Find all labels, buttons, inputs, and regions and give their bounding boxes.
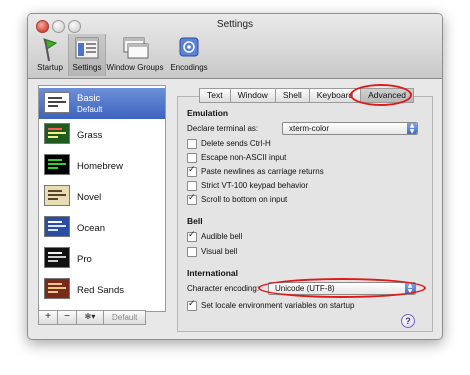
tab-shell[interactable]: Shell — [274, 88, 310, 103]
advanced-tab-highlight — [350, 84, 412, 106]
checkbox-box[interactable] — [187, 181, 197, 191]
settings-window: Settings Startup Settings Window Groups … — [27, 13, 443, 340]
profile-thumbnail — [44, 185, 70, 206]
checkbox-label: Scroll to bottom on input — [201, 195, 288, 204]
profile-grass[interactable]: Grass — [39, 119, 165, 150]
checkbox-label: Visual bell — [201, 247, 238, 256]
profile-name: Novel — [77, 192, 102, 203]
checkbox-label: Paste newlines as carriage returns — [201, 167, 324, 176]
profile-actions: + − ✻▾ Default — [38, 310, 147, 325]
checkbox-box-checked[interactable] — [187, 193, 197, 205]
checkbox-label: Escape non-ASCII input — [201, 153, 287, 162]
bell-heading: Bell — [187, 216, 203, 226]
toolbar-window-groups-label: Window Groups — [106, 63, 164, 72]
profile-thumbnail — [44, 92, 70, 113]
gear-menu-button[interactable]: ✻▾ — [76, 310, 104, 325]
encodings-icon — [178, 36, 200, 62]
profile-thumbnail — [44, 216, 70, 237]
character-encoding-label: Character encoding: — [187, 284, 260, 293]
settings-window-icon — [75, 36, 99, 62]
emulation-heading: Emulation — [187, 108, 229, 118]
tab-window[interactable]: Window — [229, 88, 276, 103]
profile-name: Grass — [77, 130, 103, 141]
profile-name: Basic — [77, 93, 101, 104]
toolbar-encodings-label: Encodings — [170, 63, 208, 72]
checkbox-label: Audible bell — [201, 232, 243, 241]
profile-ocean[interactable]: Ocean — [39, 212, 165, 243]
checkbox-label: Strict VT-100 keypad behavior — [201, 181, 309, 190]
checkbox-box[interactable] — [187, 139, 197, 149]
profile-basic[interactable]: Basic Default — [39, 88, 165, 119]
help-button[interactable]: ? — [401, 314, 415, 328]
profile-default-label: Default — [77, 105, 103, 114]
encoding-highlight — [258, 278, 426, 298]
tab-text[interactable]: Text — [199, 88, 231, 103]
profile-thumbnail — [44, 278, 70, 299]
remove-profile-button[interactable]: − — [57, 310, 77, 325]
profile-thumbnail — [44, 247, 70, 268]
profile-thumbnail — [44, 154, 70, 175]
profile-homebrew[interactable]: Homebrew — [39, 150, 165, 181]
profile-list[interactable]: Basic Default Grass Homebrew Novel Ocean… — [38, 85, 166, 312]
profile-name: Homebrew — [77, 161, 123, 172]
profile-novel[interactable]: Novel — [39, 181, 165, 212]
profile-name: Pro — [77, 254, 92, 265]
toolbar-startup-label: Startup — [37, 63, 63, 72]
toolbar-settings[interactable]: Settings — [68, 34, 106, 76]
declare-terminal-select[interactable]: xterm-color ▲ ▼ — [282, 122, 418, 135]
declare-terminal-label: Declare terminal as: — [187, 124, 259, 133]
checkbox-label: Delete sends Ctrl-H — [201, 139, 271, 148]
profile-name: Red Sands — [77, 285, 125, 296]
toolbar-encodings[interactable]: Encodings — [168, 34, 210, 76]
checkbox-box-checked[interactable] — [187, 165, 197, 177]
chevron-up-down-icon: ▲ ▼ — [407, 123, 417, 134]
profile-name: Ocean — [77, 223, 105, 234]
set-default-button[interactable]: Default — [103, 310, 147, 325]
checkbox-box-checked[interactable] — [187, 230, 197, 242]
checkbox-box-checked[interactable] — [187, 299, 197, 311]
checkbox-box[interactable] — [187, 153, 197, 163]
flag-icon — [39, 36, 61, 64]
profile-thumbnail — [44, 123, 70, 144]
profile-pro[interactable]: Pro — [39, 243, 165, 274]
toolbar-startup[interactable]: Startup — [32, 34, 68, 76]
add-profile-button[interactable]: + — [38, 310, 58, 325]
checkbox-label: Set locale environment variables on star… — [201, 301, 355, 310]
checkbox-box[interactable] — [187, 247, 197, 257]
toolbar-settings-label: Settings — [72, 63, 102, 72]
declare-terminal-value: xterm-color — [289, 124, 330, 133]
window-title: Settings — [216, 19, 254, 30]
profile-red-sands[interactable]: Red Sands — [39, 274, 165, 305]
window-groups-icon — [121, 36, 149, 62]
toolbar-window-groups[interactable]: Window Groups — [104, 34, 166, 76]
international-heading: International — [187, 268, 239, 278]
